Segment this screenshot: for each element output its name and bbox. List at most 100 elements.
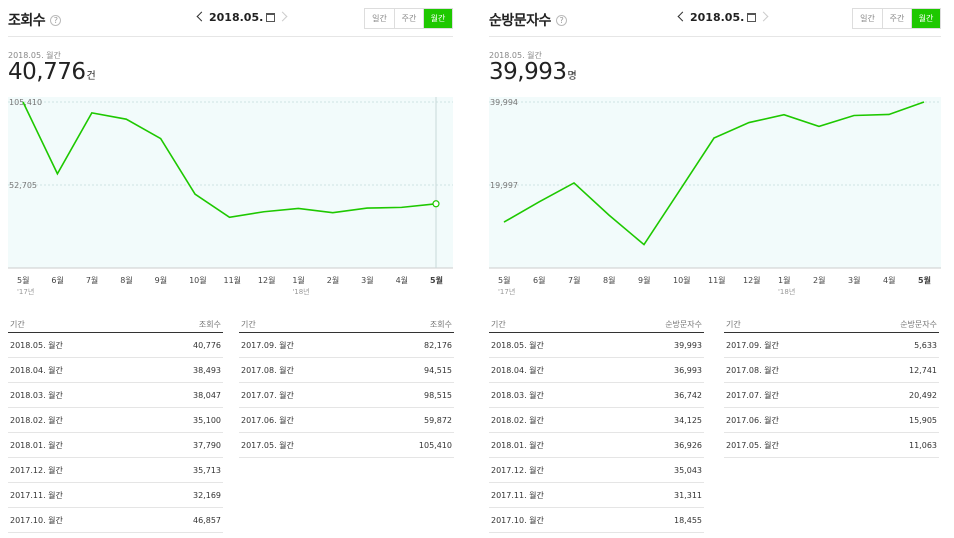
period-cell: 2017.06. 월간 — [241, 416, 294, 425]
nav-date: 2018.05. — [209, 11, 264, 24]
value-cell: 12,741 — [909, 366, 937, 375]
data-point — [432, 200, 440, 208]
period-cell: 2017.09. 월간 — [726, 341, 779, 350]
year-label: '18년 — [778, 287, 795, 296]
value-cell: 11,063 — [909, 441, 937, 450]
col-period-header: 기간 — [491, 320, 506, 329]
panel-header: 조회수? 2018.05. 일간 주간 월간 — [8, 6, 453, 32]
table-header: 기간 순방문자수 — [489, 316, 704, 333]
y-tick-label: 52,705 — [9, 181, 37, 190]
table-row: 2018.04. 월간 36,993 — [489, 358, 704, 383]
value-cell: 94,515 — [424, 366, 452, 375]
period-cell: 2017.12. 월간 — [491, 466, 544, 475]
value-cell: 38,493 — [193, 366, 221, 375]
value-cell: 98,515 — [424, 391, 452, 400]
table-row: 2017.12. 월간 35,713 — [8, 458, 223, 483]
value-cell: 105,410 — [418, 441, 452, 450]
table-row: 2017.08. 월간 94,515 — [239, 358, 454, 383]
x-tick-label: 8월 — [120, 275, 132, 285]
header-divider — [8, 36, 453, 37]
col-period-header: 기간 — [241, 320, 256, 329]
x-tick-label: 4월 — [396, 275, 408, 285]
prev-month-arrow-icon[interactable] — [196, 11, 207, 22]
period-cell: 2017.06. 월간 — [726, 416, 779, 425]
help-icon[interactable]: ? — [555, 15, 567, 26]
table-row: 2018.02. 월간 35,100 — [8, 408, 223, 433]
x-tick-label: 5월 — [430, 275, 443, 285]
x-tick-label: 2월 — [327, 275, 339, 285]
period-cell: 2017.10. 월간 — [10, 516, 63, 525]
prev-month-arrow-icon[interactable] — [677, 11, 688, 22]
table-row: 2018.03. 월간 36,742 — [489, 383, 704, 408]
x-tick-label: 9월 — [155, 275, 167, 285]
x-tick-label: 1월 — [292, 275, 304, 285]
period-weekly-button[interactable]: 주간 — [394, 9, 423, 28]
summary-value: 39,993명 — [489, 59, 577, 85]
next-month-arrow-icon — [758, 11, 769, 22]
table-row: 2017.12. 월간 35,043 — [489, 458, 704, 483]
period-cell: 2018.01. 월간 — [10, 441, 63, 450]
x-tick-label: 5월 — [17, 275, 29, 285]
chart-plot-area — [489, 97, 941, 268]
period-cell: 2017.09. 월간 — [241, 341, 294, 350]
help-icon[interactable]: ? — [50, 15, 62, 26]
value-cell: 35,100 — [193, 416, 221, 425]
x-tick-label: 5월 — [498, 275, 510, 285]
y-tick-label: 39,994 — [490, 98, 518, 107]
x-tick-label: 4월 — [883, 275, 895, 285]
visitors-line-chart: 39,994 19,997 5월 '17년 6월 7월 8월 9월 10월 11월 12월 1월 '18… — [489, 97, 941, 296]
y-tick-label: 19,997 — [490, 181, 518, 190]
chart-plot-area — [8, 97, 453, 268]
x-tick-label: 7월 — [568, 275, 580, 285]
period-cell: 2017.08. 월간 — [241, 366, 294, 375]
value-cell: 36,926 — [674, 441, 702, 450]
table-header: 기간 조회수 — [8, 316, 223, 333]
calendar-icon[interactable] — [747, 13, 757, 22]
period-cell: 2018.05. 월간 — [10, 341, 63, 350]
table-row: 2018.04. 월간 38,493 — [8, 358, 223, 383]
next-month-arrow-icon — [277, 11, 288, 22]
table-row: 2018.03. 월간 38,047 — [8, 383, 223, 408]
x-tick-label: 10월 — [673, 275, 691, 285]
panel-title: 순방문자수? — [489, 10, 567, 30]
period-cell: 2018.02. 월간 — [491, 416, 544, 425]
period-cell: 2018.05. 월간 — [491, 341, 544, 350]
period-cell: 2018.04. 월간 — [491, 366, 544, 375]
x-tick-label: 6월 — [51, 275, 63, 285]
table-row: 2017.05. 월간 11,063 — [724, 433, 939, 458]
visitors-panel: 순방문자수? 2018.05. 일간 주간 월간 2018.05. 월간 39,… — [489, 0, 941, 538]
x-tick-label: 2월 — [813, 275, 825, 285]
value-cell: 37,790 — [193, 441, 221, 450]
period-cell: 2017.10. 월간 — [491, 516, 544, 525]
period-cell: 2017.05. 월간 — [726, 441, 779, 450]
period-daily-button[interactable]: 일간 — [365, 9, 394, 28]
table-row: 2017.11. 월간 32,169 — [8, 483, 223, 508]
period-daily-button[interactable]: 일간 — [853, 9, 882, 28]
calendar-icon[interactable] — [266, 13, 276, 22]
x-tick-label: 7월 — [86, 275, 98, 285]
period-cell: 2018.03. 월간 — [10, 391, 63, 400]
period-toggle: 일간 주간 월간 — [852, 8, 941, 29]
table-header: 기간 순방문자수 — [724, 316, 939, 333]
col-period-header: 기간 — [10, 320, 25, 329]
panel-header: 순방문자수? 2018.05. 일간 주간 월간 — [489, 6, 941, 32]
value-cell: 36,993 — [674, 366, 702, 375]
value-cell: 20,492 — [909, 391, 937, 400]
table-row: 2017.07. 월간 98,515 — [239, 383, 454, 408]
panel-title: 조회수? — [8, 10, 62, 30]
table-row: 2018.02. 월간 34,125 — [489, 408, 704, 433]
table-row: 2017.10. 월간 46,857 — [8, 508, 223, 533]
period-monthly-button[interactable]: 월간 — [423, 9, 452, 28]
period-monthly-button[interactable]: 월간 — [911, 9, 940, 28]
summary-unit: 명 — [567, 71, 577, 82]
value-cell: 39,993 — [674, 341, 702, 350]
period-cell: 2017.07. 월간 — [241, 391, 294, 400]
x-tick-label: 11월 — [224, 275, 242, 285]
visitors-table-older: 기간 순방문자수 2017.09. 월간 5,633 2017.08. 월간 12,741… — [724, 316, 939, 458]
value-cell: 31,311 — [674, 491, 702, 500]
period-weekly-button[interactable]: 주간 — [882, 9, 911, 28]
x-tick-label: 11월 — [708, 275, 726, 285]
views-table-recent: 기간 조회수 2018.05. 월간 40,776 2018.04. 월간 38,493 2… — [8, 316, 223, 533]
date-navigator: 2018.05. — [196, 11, 288, 24]
value-cell: 82,176 — [424, 341, 452, 350]
